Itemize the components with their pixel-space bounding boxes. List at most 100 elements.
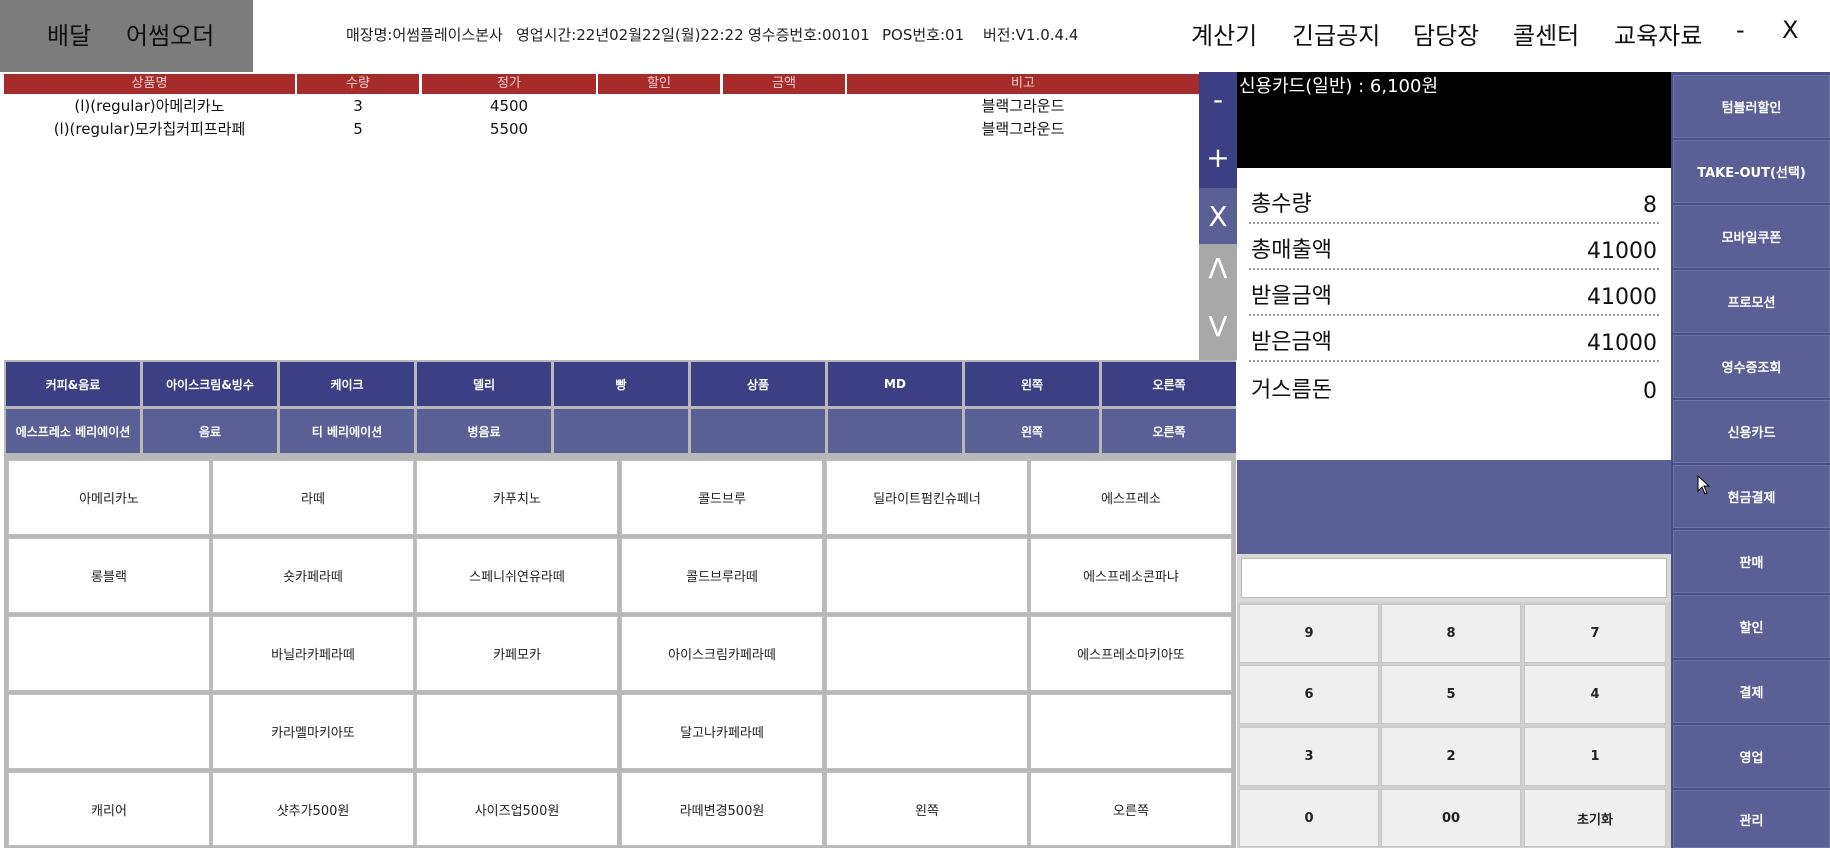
decrease-qty-button[interactable]: - — [1199, 72, 1237, 126]
emergency-notice-button[interactable]: 긴급공지 — [1292, 16, 1380, 51]
payment-button[interactable]: 결제 — [1673, 660, 1830, 723]
product-button[interactable]: 숏카페라떼 — [212, 538, 414, 613]
category-prev-button[interactable]: 왼쪽 — [965, 362, 1099, 406]
numpad-0-button[interactable]: 0 — [1239, 789, 1379, 847]
product-next-button[interactable]: 오른쪽 — [1030, 772, 1232, 846]
product-button[interactable]: 라떼변경500원 — [621, 772, 823, 846]
amount-input[interactable] — [1241, 558, 1667, 598]
category-next-button[interactable]: 오른쪽 — [1102, 362, 1236, 406]
category-deli[interactable]: 델리 — [417, 362, 551, 406]
total-sales-value: 41000 — [1587, 239, 1657, 264]
product-button[interactable]: 에스프레소 — [1030, 460, 1232, 535]
product-button[interactable]: 샷추가500원 — [212, 772, 414, 846]
mobile-coupon-button[interactable]: 모바일쿠폰 — [1673, 205, 1830, 268]
product-button[interactable] — [416, 694, 618, 769]
product-button[interactable]: 아이스크림카페라떼 — [621, 616, 823, 691]
product-button[interactable]: 딜라이트펌킨슈페너 — [826, 460, 1028, 535]
numpad-1-button[interactable]: 1 — [1524, 727, 1666, 786]
order-summary: 총수량 8 총매출액 41000 받을금액 41000 받은금액 41000 거… — [1237, 168, 1671, 460]
product-button[interactable] — [826, 694, 1028, 769]
table-row[interactable]: (l)(regular)아메리카노 3 4500 블랙그라운드 — [4, 95, 1199, 118]
numpad-2-button[interactable]: 2 — [1381, 727, 1521, 786]
education-materials-button[interactable]: 교육자료 — [1614, 16, 1702, 51]
subcategory-empty[interactable] — [691, 409, 825, 453]
delivery-mode-button[interactable]: 배달 — [47, 16, 91, 51]
numpad-00-button[interactable]: 00 — [1381, 789, 1521, 847]
subcategory-empty[interactable] — [828, 409, 962, 453]
product-button[interactable]: 롱블랙 — [8, 538, 210, 613]
product-button[interactable]: 캐리어 — [8, 772, 210, 846]
subcategory-next-button[interactable]: 오른쪽 — [1102, 409, 1236, 453]
pad-display — [1237, 460, 1671, 554]
subcategory-espresso-variation[interactable]: 에스프레소 베리에이션 — [6, 409, 140, 453]
numpad-3-button[interactable]: 3 — [1239, 727, 1379, 786]
sale-button[interactable]: 판매 — [1673, 530, 1830, 593]
scroll-up-button[interactable]: Λ — [1199, 244, 1237, 292]
numpad-8-button[interactable]: 8 — [1381, 604, 1521, 663]
product-button[interactable] — [8, 616, 210, 691]
call-center-button[interactable]: 콜센터 — [1513, 16, 1579, 51]
subcategory-beverage[interactable]: 음료 — [143, 409, 277, 453]
subcategory-bottled[interactable]: 병음료 — [417, 409, 551, 453]
receipt-lookup-button[interactable]: 영수증조회 — [1673, 335, 1830, 398]
product-button[interactable]: 콜드브루 — [621, 460, 823, 535]
column-header-price: 정가 — [422, 74, 596, 94]
product-button[interactable]: 라떼 — [212, 460, 414, 535]
product-button[interactable]: 바닐라카페라떼 — [212, 616, 414, 691]
cell-discount — [598, 95, 720, 118]
product-button[interactable]: 카라멜마키아또 — [212, 694, 414, 769]
discount-button[interactable]: 할인 — [1673, 595, 1830, 658]
product-button[interactable] — [826, 616, 1028, 691]
product-prev-button[interactable]: 왼쪽 — [826, 772, 1028, 846]
category-coffee[interactable]: 커피&음료 — [6, 362, 140, 406]
product-button[interactable]: 에스프레소마키아또 — [1030, 616, 1232, 691]
order-table-header: 상품명 수량 정가 할인 금액 비고 — [4, 74, 1199, 94]
product-button[interactable]: 카푸치노 — [416, 460, 618, 535]
mouse-cursor-icon — [1697, 475, 1711, 495]
numpad-6-button[interactable]: 6 — [1239, 665, 1379, 724]
product-button[interactable] — [1030, 694, 1232, 769]
subcategory-empty[interactable] — [554, 409, 688, 453]
numpad-4-button[interactable]: 4 — [1524, 665, 1666, 724]
category-icecream[interactable]: 아이스크림&빙수 — [143, 362, 277, 406]
calculator-button[interactable]: 계산기 — [1191, 16, 1257, 51]
numpad-7-button[interactable]: 7 — [1524, 604, 1666, 663]
numpad-9-button[interactable]: 9 — [1239, 604, 1379, 663]
numpad-5-button[interactable]: 5 — [1381, 665, 1521, 724]
to-receive-value: 41000 — [1587, 285, 1657, 310]
product-button[interactable] — [8, 694, 210, 769]
summary-total-qty: 총수량 8 — [1249, 180, 1659, 224]
promotion-button[interactable]: 프로모션 — [1673, 270, 1830, 333]
business-button[interactable]: 영업 — [1673, 725, 1830, 788]
top-bar: 배달 어썸오더 매장명:어썸플레이스본사 영업시간:22년02월22일(월)22… — [0, 0, 1830, 72]
category-goods[interactable]: 상품 — [691, 362, 825, 406]
take-out-button[interactable]: TAKE-OUT(선택) — [1673, 140, 1830, 203]
increase-qty-button[interactable]: + — [1199, 126, 1237, 188]
total-qty-value: 8 — [1643, 193, 1657, 218]
awesome-order-mode-button[interactable]: 어썸오더 — [126, 16, 214, 51]
category-bread[interactable]: 빵 — [554, 362, 688, 406]
tumbler-discount-button[interactable]: 텀블러할인 — [1673, 75, 1830, 138]
credit-card-button[interactable]: 신용카드 — [1673, 400, 1830, 463]
product-button[interactable]: 아메리카노 — [8, 460, 210, 535]
subcategory-prev-button[interactable]: 왼쪽 — [965, 409, 1099, 453]
table-row[interactable]: (l)(regular)모카칩커피프라페 5 5500 블랙그라운드 — [4, 118, 1199, 141]
product-button[interactable]: 달고나카페라떼 — [621, 694, 823, 769]
product-button[interactable]: 스페니쉬연유라떼 — [416, 538, 618, 613]
product-button[interactable]: 에스프레소콘파냐 — [1030, 538, 1232, 613]
product-button[interactable]: 카페모카 — [416, 616, 618, 691]
column-header-product: 상품명 — [4, 74, 295, 94]
scroll-down-button[interactable]: V — [1199, 292, 1237, 360]
numpad-reset-button[interactable]: 초기화 — [1524, 789, 1666, 847]
close-button[interactable]: X — [1782, 16, 1798, 44]
minimize-button[interactable]: - — [1736, 16, 1745, 44]
management-button[interactable]: 관리 — [1673, 790, 1830, 848]
product-button[interactable]: 콜드브루라떼 — [621, 538, 823, 613]
product-button[interactable]: 사이즈업500원 — [416, 772, 618, 846]
subcategory-tea-variation[interactable]: 티 베리에이션 — [280, 409, 414, 453]
manager-button[interactable]: 담당장 — [1413, 16, 1479, 51]
delete-item-button[interactable]: X — [1199, 188, 1237, 244]
product-button[interactable] — [826, 538, 1028, 613]
category-md[interactable]: MD — [828, 362, 962, 406]
category-cake[interactable]: 케이크 — [280, 362, 414, 406]
